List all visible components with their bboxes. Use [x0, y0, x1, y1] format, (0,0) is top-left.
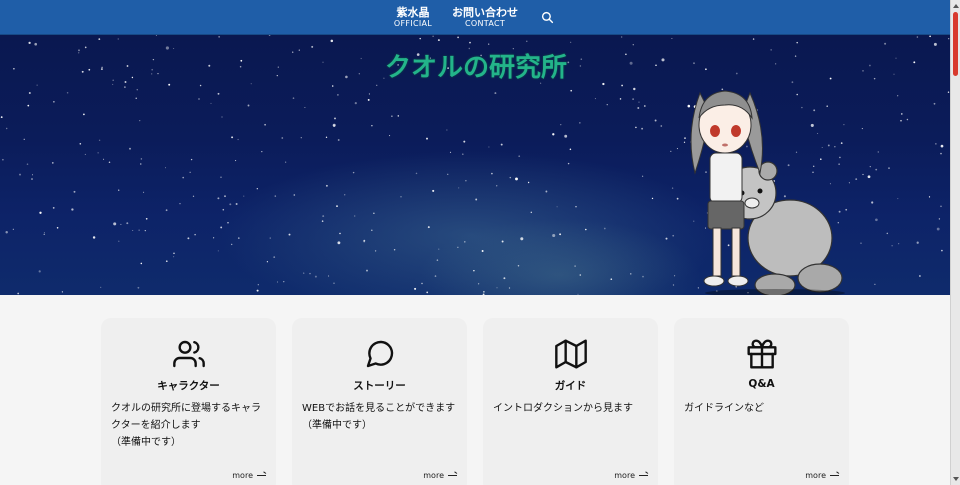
nav-contact-sublabel: CONTACT	[465, 18, 506, 28]
card-character[interactable]: キャラクター クオルの研究所に登場するキャラクターを紹介します （準備中です） …	[101, 318, 276, 485]
nav-official-label: 紫水晶	[396, 5, 430, 19]
card-story-title: ストーリー	[353, 380, 406, 392]
card-character-desc: クオルの研究所に登場するキャラクターを紹介します （準備中です）	[111, 403, 261, 448]
search-button[interactable]	[538, 8, 556, 26]
more-label: more	[614, 471, 635, 480]
scroll-up-arrow-icon[interactable]	[952, 2, 960, 10]
card-character-more-link[interactable]: more	[232, 471, 266, 480]
gift-icon	[746, 339, 777, 369]
card-story[interactable]: ストーリー WEBでお話を見ることができます （準備中です） more	[292, 318, 467, 485]
arrow-right-icon	[639, 475, 648, 476]
site-title: クオルの研究所	[385, 53, 568, 83]
arrow-right-icon	[448, 475, 457, 476]
more-label: more	[423, 471, 444, 480]
nav-official-sublabel: OFFICIAL	[393, 18, 433, 28]
card-story-desc: WEBでお話を見ることができます （準備中です）	[302, 403, 456, 431]
hero-banner: クオルの研究所	[0, 35, 950, 295]
card-guide[interactable]: ガイド イントロダクションから見ます more	[483, 318, 658, 485]
nav-contact[interactable]: お問い合わせ CONTACT	[452, 6, 518, 29]
vertical-scrollbar[interactable]	[950, 0, 960, 485]
main-nav: 紫水晶 OFFICIAL お問い合わせ CONTACT	[394, 6, 556, 29]
map-icon	[554, 339, 587, 369]
more-label: more	[805, 471, 826, 480]
chat-bubble-icon	[366, 340, 393, 368]
arrow-right-icon	[257, 475, 266, 476]
card-qa-more-link[interactable]: more	[805, 471, 839, 480]
arrow-right-icon	[830, 475, 839, 476]
feature-cards: キャラクター クオルの研究所に登場するキャラクターを紹介します （準備中です） …	[101, 318, 849, 485]
nav-contact-label: お問い合わせ	[452, 5, 519, 19]
scroll-down-arrow-icon[interactable]	[952, 475, 960, 483]
scrollbar-thumb[interactable]	[953, 12, 958, 76]
card-qa[interactable]: Q&A ガイドラインなど more	[674, 318, 849, 485]
card-guide-title: ガイド	[554, 380, 587, 392]
card-guide-more-link[interactable]: more	[614, 471, 648, 480]
card-guide-desc: イントロダクションから見ます	[493, 403, 633, 414]
card-qa-title: Q&A	[748, 378, 775, 390]
more-label: more	[232, 471, 253, 480]
search-icon	[541, 11, 553, 23]
card-story-more-link[interactable]: more	[423, 471, 457, 480]
nav-official[interactable]: 紫水晶 OFFICIAL	[394, 6, 432, 29]
card-qa-desc: ガイドラインなど	[684, 403, 764, 414]
card-character-title: キャラクター	[157, 380, 220, 392]
site-header: 紫水晶 OFFICIAL お問い合わせ CONTACT	[0, 0, 950, 35]
character-illustration	[690, 90, 845, 295]
users-icon	[172, 340, 205, 368]
